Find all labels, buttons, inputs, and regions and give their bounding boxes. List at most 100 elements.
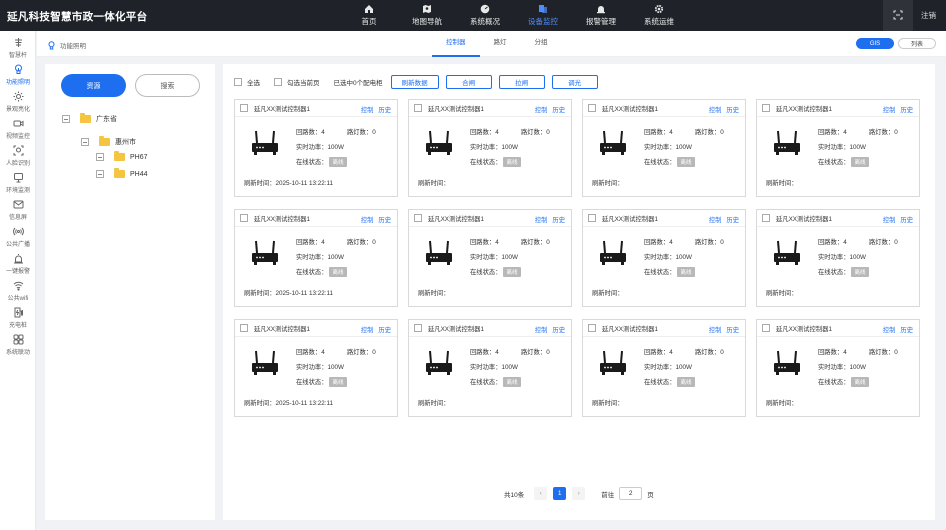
card-checkbox[interactable] xyxy=(762,214,770,222)
tree-node[interactable]: 广东省 xyxy=(62,113,117,124)
nav-map[interactable]: 地图导航 xyxy=(398,0,456,31)
goto-page-input[interactable]: 2 xyxy=(619,487,643,500)
sidebar-item-label: 信息屏 xyxy=(8,214,27,221)
sidebar-item-environment[interactable]: 环境监测 xyxy=(0,169,36,196)
control-link[interactable]: 控制 xyxy=(361,105,374,114)
control-link[interactable]: 控制 xyxy=(361,215,374,224)
nav-ops[interactable]: 系统运维 xyxy=(630,0,688,31)
lamps-info: 路灯数：0 xyxy=(347,347,376,356)
sidebar-item-charging[interactable]: 充电桩 xyxy=(0,304,36,331)
list-view-button[interactable]: 列表 xyxy=(898,38,936,49)
online-info: 在线状态： 离线 xyxy=(296,267,347,277)
select-all-checkbox[interactable] xyxy=(234,78,242,86)
power-label: 实时功率： xyxy=(818,364,850,371)
refresh-label: 刷新时间： xyxy=(244,180,276,187)
sidebar-item-face[interactable]: 人脸识别 xyxy=(0,142,36,169)
close-switch-button[interactable]: 合闸 xyxy=(445,75,492,89)
sidebar-item-linkage[interactable]: 系统联动 xyxy=(0,331,36,358)
history-link[interactable]: 历史 xyxy=(900,325,913,334)
history-link[interactable]: 历史 xyxy=(552,105,565,114)
history-link[interactable]: 历史 xyxy=(726,325,739,334)
power-value: 100W xyxy=(501,144,518,151)
tree-collapse-toggle[interactable] xyxy=(96,170,104,178)
lamps-label: 路灯数： xyxy=(869,349,895,356)
page-number[interactable]: 1 xyxy=(553,487,567,500)
dimming-button[interactable]: 调光 xyxy=(551,75,598,89)
nav-alarm[interactable]: 报警管理 xyxy=(572,0,630,31)
history-link[interactable]: 历史 xyxy=(900,105,913,114)
control-link[interactable]: 控制 xyxy=(709,215,722,224)
logout-link[interactable]: 注销 xyxy=(921,10,936,21)
goto-label: 前往 xyxy=(601,491,615,499)
prev-page-button[interactable]: ‹ xyxy=(534,487,548,500)
router-icon xyxy=(424,129,454,157)
history-link[interactable]: 历史 xyxy=(552,325,565,334)
search-button[interactable]: 搜索 xyxy=(135,74,200,97)
control-link[interactable]: 控制 xyxy=(535,105,548,114)
control-link[interactable]: 控制 xyxy=(709,325,722,334)
history-link[interactable]: 历史 xyxy=(552,215,565,224)
control-link[interactable]: 控制 xyxy=(883,325,896,334)
router-icon xyxy=(772,129,802,157)
circuits-value: 4 xyxy=(843,129,847,136)
tab-streetlight[interactable]: 路灯 xyxy=(480,31,521,57)
history-link[interactable]: 历史 xyxy=(900,215,913,224)
top-nav: 首页 地图导航 系统概况 设备监控 报警管理 系统运维 xyxy=(340,0,688,31)
next-page-button[interactable]: › xyxy=(572,487,586,500)
control-link[interactable]: 控制 xyxy=(709,105,722,114)
card-checkbox[interactable] xyxy=(588,214,596,222)
sidebar-item-video[interactable]: 视频监控 xyxy=(0,115,36,142)
control-link[interactable]: 控制 xyxy=(535,215,548,224)
sidebar-item-alarm[interactable]: 一键报警 xyxy=(0,250,36,277)
resource-button[interactable]: 资源 xyxy=(61,74,126,97)
control-link[interactable]: 控制 xyxy=(883,105,896,114)
circuits-label: 回路数： xyxy=(818,129,844,136)
card-checkbox[interactable] xyxy=(588,104,596,112)
card-checkbox[interactable] xyxy=(414,324,422,332)
nav-overview[interactable]: 系统概况 xyxy=(456,0,514,31)
fullscreen-button[interactable] xyxy=(883,0,913,31)
card-checkbox[interactable] xyxy=(240,324,248,332)
power-label: 实时功率： xyxy=(470,254,502,261)
card-checkbox[interactable] xyxy=(414,104,422,112)
tab-group[interactable]: 分组 xyxy=(521,31,562,57)
gis-view-button[interactable]: GIS xyxy=(856,38,894,49)
sidebar-item-landscape[interactable]: 景观亮化 xyxy=(0,88,36,115)
online-info: 在线状态： 离线 xyxy=(296,377,347,387)
card-checkbox[interactable] xyxy=(762,104,770,112)
card-checkbox[interactable] xyxy=(414,214,422,222)
tree-node[interactable]: PH44 xyxy=(96,168,148,178)
card-checkbox[interactable] xyxy=(588,324,596,332)
tab-controller[interactable]: 控制器 xyxy=(432,31,480,57)
card-checkbox[interactable] xyxy=(762,324,770,332)
control-link[interactable]: 控制 xyxy=(883,215,896,224)
control-link[interactable]: 控制 xyxy=(361,325,374,334)
refresh-data-button[interactable]: 刷新数据 xyxy=(390,75,439,89)
tree-node[interactable]: 惠州市 xyxy=(81,136,136,147)
history-link[interactable]: 历史 xyxy=(726,105,739,114)
history-link[interactable]: 历史 xyxy=(378,105,391,114)
tree-collapse-toggle[interactable] xyxy=(81,138,89,146)
history-link[interactable]: 历史 xyxy=(726,215,739,224)
select-page-checkbox[interactable] xyxy=(274,78,282,86)
control-link[interactable]: 控制 xyxy=(535,325,548,334)
card-checkbox[interactable] xyxy=(240,214,248,222)
sidebar-item-wifi[interactable]: 公共wifi xyxy=(0,277,36,304)
nav-home[interactable]: 首页 xyxy=(340,0,398,31)
tree-collapse-toggle[interactable] xyxy=(62,115,70,123)
history-link[interactable]: 历史 xyxy=(378,215,391,224)
history-link[interactable]: 历史 xyxy=(378,325,391,334)
card-checkbox[interactable] xyxy=(240,104,248,112)
tree-collapse-toggle[interactable] xyxy=(96,153,104,161)
refresh-label: 刷新时间： xyxy=(592,180,624,187)
sidebar-item-smart-pole[interactable]: 智慧杆 xyxy=(0,34,36,61)
controller-name: 延凡XX测试控制器1 xyxy=(254,215,310,223)
nav-device-monitor[interactable]: 设备监控 xyxy=(514,0,572,31)
power-info: 实时功率：100W xyxy=(470,252,518,261)
sidebar-item-lighting[interactable]: 功能照明 xyxy=(0,61,36,88)
sidebar-item-info-screen[interactable]: 信息屏 xyxy=(0,196,36,223)
open-switch-button[interactable]: 拉闸 xyxy=(498,75,545,89)
card-header: 延凡XX测试控制器1 控制 历史 xyxy=(583,100,745,117)
sidebar-item-broadcast[interactable]: 公共广播 xyxy=(0,223,36,250)
tree-node[interactable]: PH67 xyxy=(96,151,148,161)
